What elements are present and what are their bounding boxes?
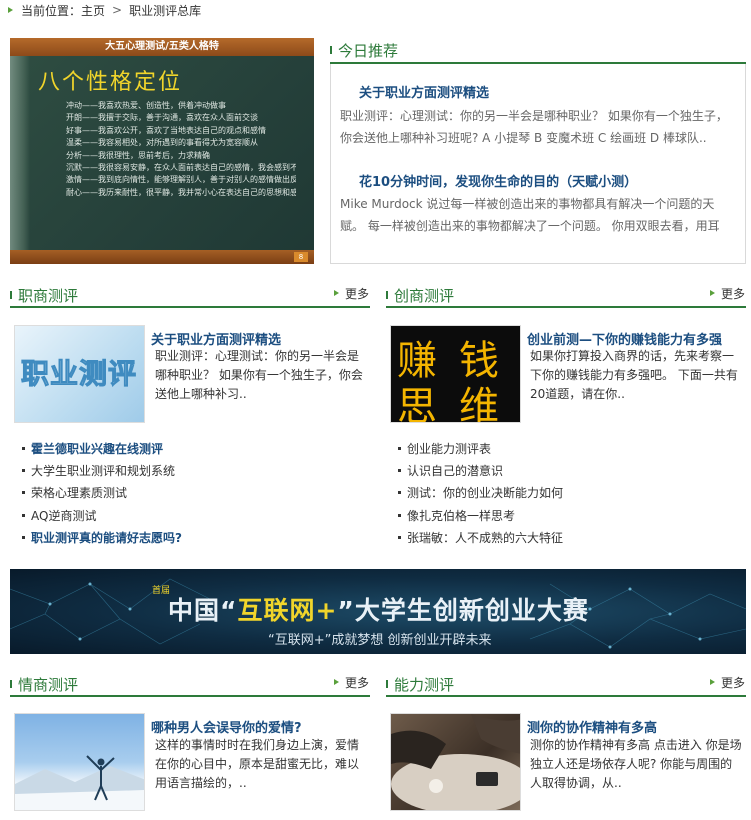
today-panel: 关于职业方面测评精选 职业测评：心理测试：你的另一半会是哪种职业？ 如果你有一个… [330,64,746,264]
slide-line: 耐心——我历来耐性，很平静，我并常小心在表达自己的思想和感情时，慢而谨慎别人 [66,187,296,197]
hero-slide-image[interactable]: 大五心理测试/五类人格特 八个性格定位 冲动——我喜欢热爱、创造性，供着冲动做事… [10,38,314,264]
career-feature-desc: 职业测评：心理测试：你的另一半会是哪种职业？ 如果你有一个独生子，你会送他上哪种… [155,349,363,401]
section-marker-icon [386,291,388,299]
career-divider [10,306,370,308]
section-marker-icon [10,680,12,688]
list-item[interactable]: 荣格心理素质测试 [22,482,182,504]
emotion-section-title: 情商测评 [10,673,78,695]
list-item[interactable]: AQ逆商测试 [22,504,182,526]
startup-feature-desc: 如果你打算投入商界的话，先来考察一下你的赚钱能力有多强吧。 下面一共有20道题，… [530,349,738,401]
career-list: 霍兰德职业兴趣在线测评 大学生职业测评和规划系统 荣格心理素质测试 AQ逆商测试… [22,437,182,549]
slide-line: 温柔——我容易相处，对所遇到的事看得尤为宽容顺从 [66,138,258,148]
slide-line: 开朗——我擅于交际，善于沟通，喜欢在众人面前交谈 [66,113,258,123]
banner-title: 中国“互联网+”大学生创新创业大赛 [168,596,589,625]
slide-title: 八个性格定位 [38,70,183,95]
arrow-icon [710,290,715,296]
arrow-icon [334,679,339,685]
chevron-right-icon: > [112,3,123,17]
today-section-title: 今日推荐 [330,38,398,62]
emotion-divider [10,695,370,697]
startup-section-title: 创商测评 [386,284,454,306]
slide-page-number: 8 [294,252,308,262]
career-feature-title[interactable]: 关于职业方面测评精选 [151,329,281,348]
list-item[interactable]: 认识自己的潜意识 [398,459,563,481]
contest-banner[interactable]: 首届 中国“互联网+”大学生创新创业大赛 “互联网+”成就梦想 创新创业开辟未来 [10,569,746,654]
ability-divider [386,695,746,697]
ability-more-link[interactable]: 更多 [710,674,745,690]
breadcrumb: 当前位置： 主页 > 职业测评总库 [8,2,201,18]
career-section-title: 职商测评 [10,284,78,306]
emotion-thumbnail[interactable] [14,713,145,811]
today-item-desc: Mike Murdock 说过每一样被创造出来的事物都具有解决一个问题的天赋。 … [340,197,720,233]
breadcrumb-current: 职业测评总库 [129,3,202,18]
section-marker-icon [330,46,332,54]
slide-line: 激情——我到底向情性，能够理解别人，善于对别人的感情做出反应 [66,175,296,185]
startup-more-link[interactable]: 更多 [710,285,745,301]
startup-list: 创业能力测评表 认识自己的潜意识 测试：你的创业决断能力如何 像扎克伯格一样思考… [398,437,563,549]
career-more-link[interactable]: 更多 [334,285,369,301]
ability-feature-desc: 测你的协作精神有多高 点击进入 你是场独立人还是场依存人呢? 你能与周围的人取得… [530,738,742,790]
breadcrumb-home-link[interactable]: 主页 [81,2,105,19]
slide-decoration [10,56,30,250]
slide-footer [10,250,314,264]
list-item[interactable]: 职业测评真的能请好志愿吗? [22,527,182,549]
today-item-desc: 职业测评：心理测试：你的另一半会是哪种职业？ 如果你有一个独生子，你会送他上哪种… [340,109,728,145]
list-item[interactable]: 张瑞敏：人不成熟的六大特征 [398,527,563,549]
startup-divider [386,306,746,308]
emotion-feature-desc: 这样的事情时时在我们身边上演，爱情在你的心目中，原本是甜蜜无比，难以用语言描绘的… [155,738,360,790]
list-item[interactable]: 创业能力测评表 [398,437,563,459]
list-item[interactable]: 霍兰德职业兴趣在线测评 [22,437,182,459]
person-photo [15,755,144,810]
list-item[interactable]: 测试：你的创业决断能力如何 [398,482,563,504]
arrow-icon [334,290,339,296]
emotion-feature-title[interactable]: 哪种男人会误导你的爱情? [151,717,302,736]
slide-line: 好事——我喜欢公开，喜欢了当地表达自己的观点和感情 [66,125,266,135]
startup-feature-title[interactable]: 创业前测—下你的赚钱能力有多强 [527,329,722,348]
slide-line: 分析——我很理性，思前考后，力求精确 [66,150,210,160]
today-item-title[interactable]: 花10分钟时间，发现你生命的目的（天赋小测） [359,171,637,190]
startup-thumbnail[interactable]: 赚 钱 思 维 [390,325,521,423]
slide-header: 大五心理测试/五类人格特 [10,38,314,56]
list-item[interactable]: 像扎克伯格一样思考 [398,504,563,526]
section-marker-icon [386,680,388,688]
section-marker-icon [10,291,12,299]
slide-line: 冲动——我喜欢热爱、创造性，供着冲动做事 [66,101,226,110]
list-item[interactable]: 大学生职业测评和规划系统 [22,459,182,481]
breadcrumb-label: 当前位置： [21,3,82,18]
career-thumbnail[interactable]: 职业测评 [14,325,145,423]
ability-section-title: 能力测评 [386,673,454,695]
arrow-icon [8,7,13,13]
banner-subtitle: “互联网+”成就梦想 创新创业开辟未来 [268,633,492,648]
ability-thumbnail[interactable] [390,713,521,811]
slide-line: 沉默——我很容易安静，在众人面前表达自己的感情，我会感到不舒服 [66,163,296,173]
ability-feature-title[interactable]: 测你的协作精神有多高 [527,717,657,736]
table-photo [391,714,520,810]
slide-lines: 冲动——我喜欢热爱、创造性，供着冲动做事 开朗——我擅于交际，善于沟通，喜欢在众… [66,100,296,199]
today-item-title[interactable]: 关于职业方面测评精选 [359,82,489,101]
arrow-icon [710,679,715,685]
emotion-more-link[interactable]: 更多 [334,674,369,690]
